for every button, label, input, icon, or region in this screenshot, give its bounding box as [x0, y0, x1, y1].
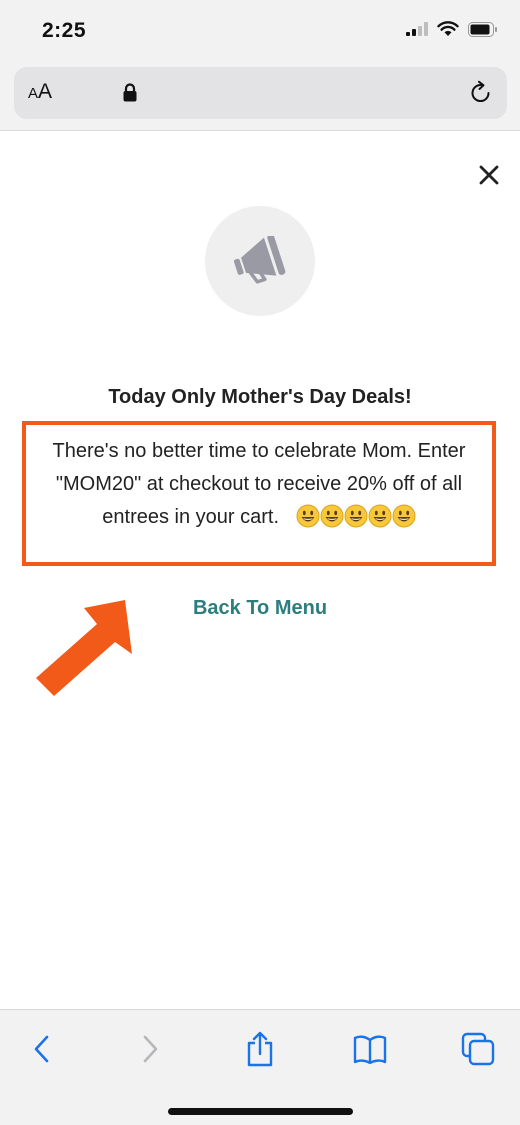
bottom-toolbar [0, 1009, 520, 1125]
smiley-emoji-icon [320, 504, 344, 528]
back-button[interactable] [22, 1029, 62, 1069]
wifi-icon [437, 21, 459, 36]
share-button[interactable] [240, 1029, 280, 1069]
orange-arrow-annotation [36, 600, 132, 696]
bookmarks-icon [353, 1035, 387, 1064]
promo-title: Today Only Mother's Day Deals! [108, 386, 412, 408]
smiley-emoji-icon [344, 504, 368, 528]
address-bar[interactable]: AA [14, 67, 507, 119]
status-icons [406, 21, 498, 37]
smiley-emoji-icon [368, 504, 392, 528]
smiley-emojis [285, 504, 416, 528]
text-size-button[interactable]: AA [28, 80, 52, 104]
status-bar: 2:25 [0, 0, 520, 62]
bookmarks-button[interactable] [350, 1029, 390, 1069]
tabs-icon [461, 1032, 495, 1066]
smiley-emoji-icon [392, 504, 416, 528]
tabs-button[interactable] [458, 1029, 498, 1069]
battery-icon [468, 21, 497, 37]
promo-message-box: There's no better time to celebrate Mom.… [22, 421, 496, 566]
forward-icon [143, 1035, 158, 1063]
text-size-small-a: A [28, 85, 39, 102]
text-size-large-a: A [38, 80, 53, 103]
cellular-signal-icon [406, 22, 428, 36]
status-time: 2:25 [42, 19, 87, 42]
megaphone-icon [233, 236, 286, 284]
megaphone-badge [205, 206, 315, 316]
smiley-emoji-icon [296, 504, 320, 528]
back-icon [34, 1035, 49, 1063]
browser-top-bar: AA [0, 62, 520, 131]
forward-button[interactable] [130, 1029, 170, 1069]
home-indicator [168, 1108, 353, 1115]
lock-icon [123, 83, 137, 102]
share-icon [247, 1031, 273, 1067]
close-icon[interactable] [477, 163, 501, 187]
reload-icon[interactable] [468, 80, 494, 106]
